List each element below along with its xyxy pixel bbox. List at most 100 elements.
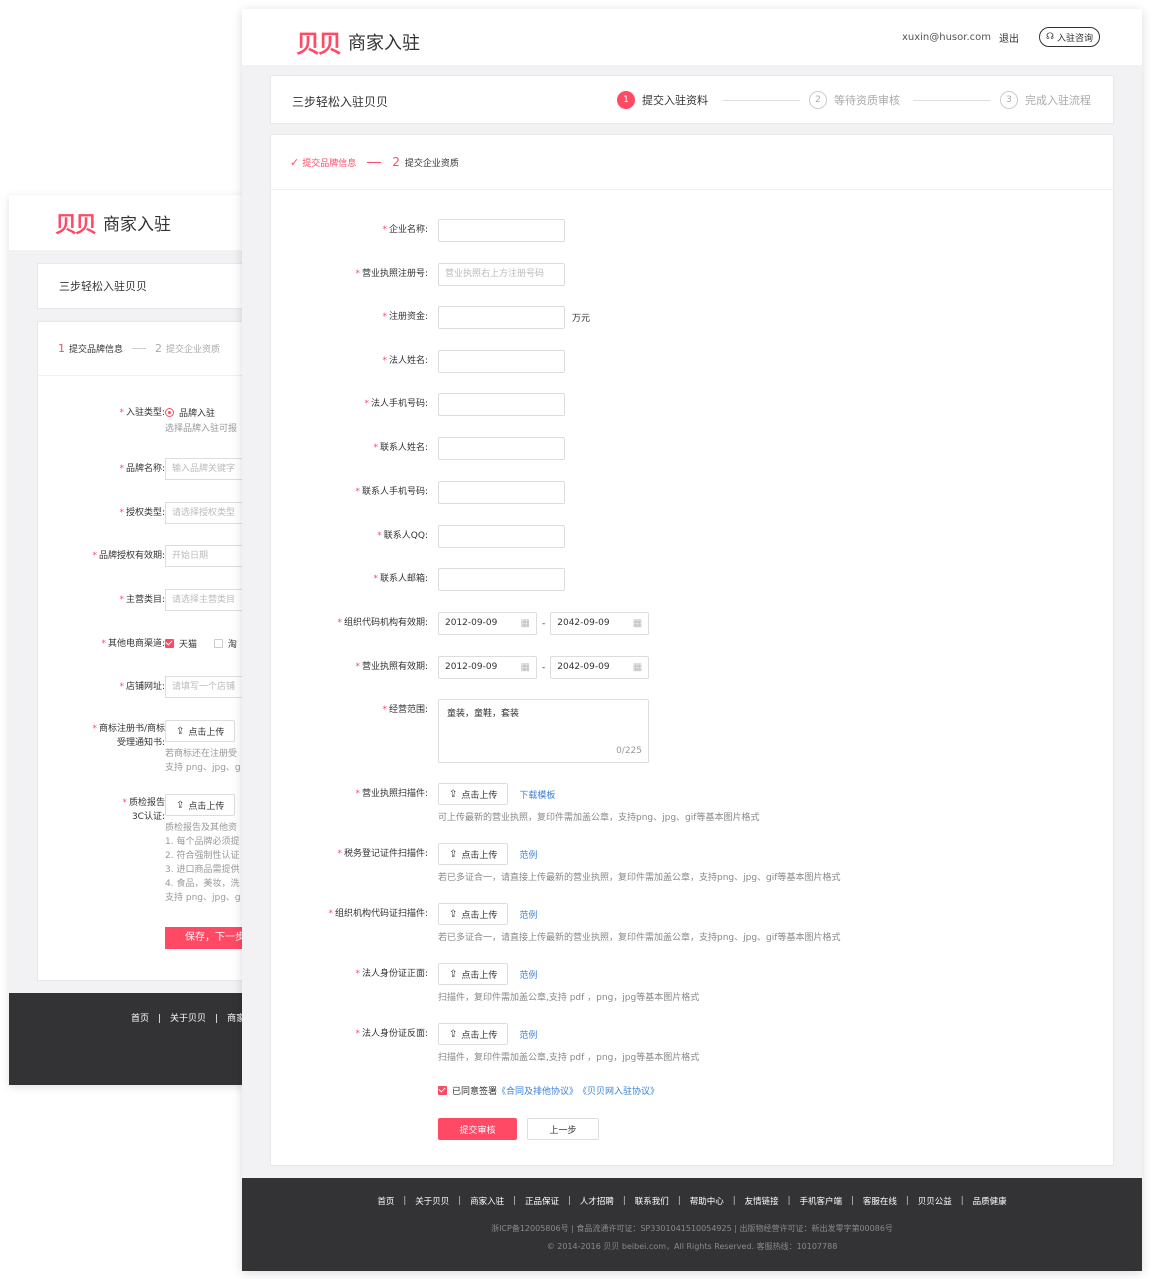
tax-scan-upload-button[interactable]: ⇪ 点击上传 — [438, 843, 509, 865]
header-user-area: xuxin@husor.com 退出 ☊ 入驻咨询 — [902, 27, 1100, 47]
back-valid-start-date[interactable]: 开始日期 — [165, 545, 249, 567]
back-window-brand-info: 贝贝 商家入驻 三步轻松入驻贝贝 1 提交品牌信息 2 提交企业资质 * 入驻类型… — [9, 195, 249, 1085]
back-form-panel: 1 提交品牌信息 2 提交企业资质 * 入驻类型: 品牌入驻 选择品牌入驻可报 *… — [37, 321, 249, 981]
char-counter: 0/225 — [616, 746, 642, 756]
entry-agreement-link[interactable]: 《贝贝网入驻协议》 — [578, 1084, 659, 1097]
contact-qq-input[interactable] — [438, 525, 565, 548]
step-2: 2 等待资质审核 — [809, 91, 900, 109]
footer-link[interactable]: 正品保证 — [525, 1195, 559, 1207]
tax-scan-hint: 若已多证合一，请直接上传最新的营业执照，复印件需加盖公章，支持png、jpg、g… — [438, 873, 841, 883]
business-scope-textarea[interactable]: 童装，童鞋，套装 0/225 — [438, 699, 649, 763]
footer-link[interactable]: 帮助中心 — [690, 1195, 724, 1207]
steps-bar: 三步轻松入驻贝贝 1 提交入驻资料 2 等待资质审核 3 完成入驻流程 — [270, 75, 1114, 124]
back-footer-links[interactable]: 首页 | 关于贝贝 | 商家 — [131, 1011, 245, 1024]
calendar-icon: ▦ — [520, 662, 530, 673]
license-scan-upload-button[interactable]: ⇪ 点击上传 — [438, 783, 509, 805]
company-name-input[interactable] — [438, 219, 565, 242]
user-email: xuxin@husor.com — [901, 31, 991, 43]
upload-icon: ⇪ — [449, 968, 458, 980]
upload-icon: ⇪ — [449, 848, 458, 860]
form-panel: ✓ 提交品牌信息 2 提交企业资质 * 企业名称: * 营业执照注册号: 营业执照右… — [270, 134, 1114, 1166]
back-subnav-step1: 提交品牌信息 — [69, 345, 124, 355]
back-qc-upload-button[interactable]: ⇪ 点击上传 — [165, 794, 236, 816]
consult-button[interactable]: ☊ 入驻咨询 — [1038, 27, 1100, 47]
back-footer: 首页 | 关于贝贝 | 商家 — [9, 993, 249, 1085]
calendar-icon: ▦ — [632, 618, 643, 629]
back-type-label: 入驻类型: — [125, 408, 165, 418]
subnav-step2-num: 2 — [392, 155, 400, 169]
footer-link[interactable]: 贝贝公益 — [918, 1195, 952, 1207]
logout-link[interactable]: 退出 — [999, 30, 1019, 45]
footer-link[interactable]: 人才招聘 — [580, 1195, 614, 1207]
id-back-hint: 扫描件，复印件需加盖公章,支持 pdf ，png，jpg等基本图片格式 — [438, 1053, 700, 1063]
back-subnav-divider — [132, 348, 147, 349]
tax-example-link[interactable]: 范例 — [519, 848, 537, 861]
id-front-upload-button[interactable]: ⇪ 点击上传 — [438, 963, 509, 985]
step-divider — [723, 100, 800, 101]
submit-review-button[interactable]: 提交审核 — [438, 1118, 517, 1140]
legal-name-input[interactable] — [438, 350, 565, 373]
back-channel-other-checkbox[interactable]: 淘 — [213, 639, 237, 650]
id-back-example-link[interactable]: 范例 — [519, 1028, 537, 1041]
subnav-step2: 提交企业资质 — [404, 158, 459, 169]
footer-link[interactable]: 首页 — [377, 1195, 394, 1207]
back-logo[interactable]: 贝贝 商家入驻 — [55, 207, 171, 239]
back-shop-input[interactable]: 请填写一个店铺 — [165, 676, 249, 698]
subnav-divider — [367, 161, 382, 163]
back-category-select[interactable]: 请选择主营类目 — [165, 589, 249, 611]
license-start-date[interactable]: 2012-09-09 ▦ — [438, 656, 537, 679]
back-brand-input[interactable]: 输入品牌关键字 — [165, 458, 249, 480]
contact-name-input[interactable] — [438, 437, 565, 460]
form-subnav: ✓ 提交品牌信息 2 提交企业资质 — [271, 135, 1113, 190]
footer-link[interactable]: 商家入驻 — [470, 1195, 504, 1207]
agreement-text: 已同意签署 — [452, 1087, 498, 1097]
back-type-radio[interactable]: 品牌入驻 — [165, 406, 237, 419]
license-end-date[interactable]: 2042-09-09 ▦ — [550, 656, 650, 679]
back-save-next-button[interactable]: 保存，下一步 — [165, 927, 249, 949]
logo-mark: 贝贝 — [55, 212, 97, 238]
radio-checked-icon — [165, 408, 174, 417]
steps-title: 三步轻松入驻贝贝 — [292, 95, 389, 109]
back-channel-tmall-checkbox[interactable]: 天猫 — [165, 639, 197, 650]
registered-capital-input[interactable] — [438, 306, 565, 329]
contract-agreement-link[interactable]: 《合同及排他协议》 — [497, 1084, 578, 1097]
license-number-input[interactable]: 营业执照右上方注册号码 — [438, 263, 565, 286]
logo[interactable]: 贝贝 商家入驻 — [296, 24, 420, 59]
upload-icon: ⇪ — [176, 725, 185, 737]
footer-link[interactable]: 手机客户端 — [799, 1195, 842, 1207]
footer-link[interactable]: 客服在线 — [863, 1195, 897, 1207]
license-scan-hint: 可上传最新的营业执照，复印件需加盖公章，支持png、jpg、gif等基本图片格式 — [438, 813, 760, 823]
agreement-checkbox[interactable] — [438, 1086, 447, 1095]
contact-phone-input[interactable] — [438, 481, 565, 504]
upload-icon: ⇪ — [449, 908, 458, 920]
calendar-icon: ▦ — [632, 662, 643, 673]
legal-phone-input[interactable] — [438, 393, 565, 416]
upload-icon: ⇪ — [176, 799, 185, 811]
front-window-company-info: 贝贝 商家入驻 xuxin@husor.com 退出 ☊ 入驻咨询 三步轻松入驻贝… — [242, 9, 1142, 1271]
previous-step-button[interactable]: 上一步 — [527, 1118, 599, 1140]
checkbox-empty-icon — [213, 639, 223, 648]
subnav-step1[interactable]: 提交品牌信息 — [302, 156, 356, 169]
back-subnav-step2-num: 2 — [155, 342, 163, 355]
id-front-example-link[interactable]: 范例 — [519, 968, 537, 981]
org-code-end-date[interactable]: 2042-09-09 ▦ — [550, 612, 650, 635]
back-subnav: 1 提交品牌信息 2 提交企业资质 — [38, 322, 249, 376]
id-back-upload-button[interactable]: ⇪ 点击上传 — [438, 1023, 509, 1045]
download-template-link[interactable]: 下载模板 — [519, 788, 555, 801]
back-auth-select[interactable]: 请选择授权类型 — [165, 502, 249, 524]
org-code-example-link[interactable]: 范例 — [519, 908, 537, 921]
back-header: 贝贝 商家入驻 — [9, 195, 249, 250]
contact-email-input[interactable] — [438, 568, 565, 591]
check-icon: ✓ — [290, 155, 300, 169]
logo-mark: 贝贝 — [296, 30, 342, 58]
footer-link[interactable]: 联系我们 — [635, 1195, 669, 1207]
back-trademark-upload-button[interactable]: ⇪ 点击上传 — [165, 720, 236, 742]
org-code-upload-button[interactable]: ⇪ 点击上传 — [438, 903, 509, 925]
org-code-start-date[interactable]: 2012-09-09 ▦ — [438, 612, 537, 635]
footer-copyright: © 2014-2016 贝贝 beibei.com，All Rights Res… — [546, 1242, 838, 1251]
footer-icp: 浙ICP备12005806号 | 食品流通许可证：SP3301041510054… — [491, 1224, 893, 1233]
footer-link[interactable]: 品质健康 — [973, 1195, 1007, 1207]
footer-link[interactable]: 友情链接 — [745, 1195, 779, 1207]
org-code-hint: 若已多证合一，请直接上传最新的营业执照，复印件需加盖公章，支持png、jpg、g… — [438, 933, 841, 943]
footer-link[interactable]: 关于贝贝 — [415, 1195, 449, 1207]
